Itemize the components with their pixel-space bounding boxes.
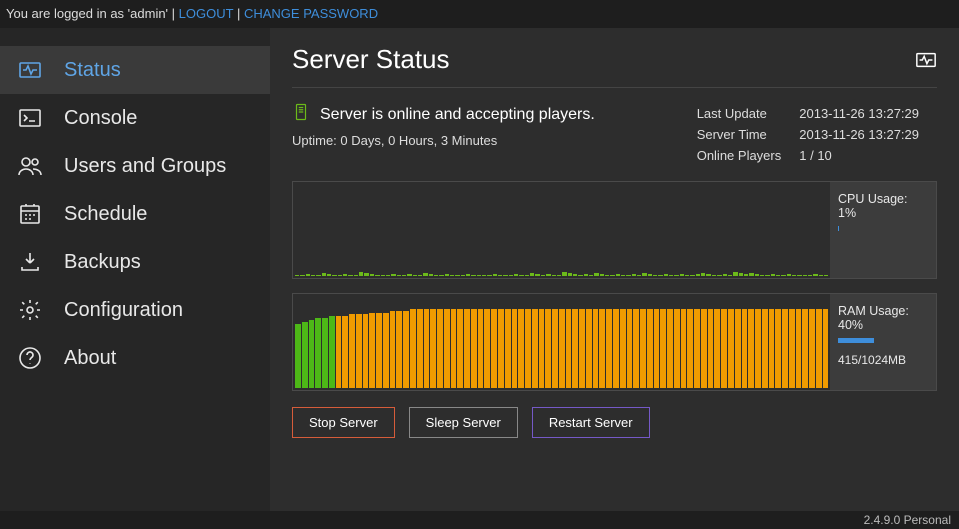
sidebar-item-label: Status (64, 59, 121, 82)
sidebar-item-label: Configuration (64, 299, 183, 322)
uptime-text: Uptime: 0 Days, 0 Hours, 3 Minutes (292, 133, 595, 148)
ram-chart-side: RAM Usage: 40% 415/1024MB (830, 294, 936, 390)
sidebar-item-label: Backups (64, 251, 141, 274)
cpu-chart-side: CPU Usage: 1% (830, 182, 936, 278)
sidebar-item-schedule[interactable]: Schedule (0, 190, 270, 238)
server-ok-icon (292, 102, 310, 127)
online-players-value: 1 / 10 (799, 146, 935, 165)
change-password-link[interactable]: CHANGE PASSWORD (244, 6, 378, 21)
cpu-mini-bar (838, 226, 839, 231)
sidebar-item-label: Schedule (64, 203, 147, 226)
sleep-server-button[interactable]: Sleep Server (409, 407, 518, 438)
sidebar-item-users[interactable]: Users and Groups (0, 142, 270, 190)
ram-mini-bar (838, 338, 874, 343)
table-row: Last Update 2013-11-26 13:27:29 (697, 104, 935, 123)
table-row: Online Players 1 / 10 (697, 146, 935, 165)
content-panel: Server Status Server is online and accep… (270, 28, 959, 511)
logged-in-text: You are logged in as 'admin' | (6, 6, 175, 21)
ram-usage-detail: 415/1024MB (838, 353, 928, 367)
topbar: You are logged in as 'admin' | LOGOUT | … (0, 0, 959, 28)
status-info-table: Last Update 2013-11-26 13:27:29 Server T… (695, 102, 937, 167)
last-update-label: Last Update (697, 104, 798, 123)
version-footer: 2.4.9.0 Personal (864, 513, 951, 527)
download-icon (18, 250, 42, 274)
table-row: Server Time 2013-11-26 13:27:29 (697, 125, 935, 144)
status-message-row: Server is online and accepting players. (292, 102, 595, 127)
sidebar: Status Console Users and Groups Schedule… (0, 28, 270, 511)
heartbeat-icon (18, 58, 42, 82)
question-icon (18, 346, 42, 370)
sidebar-item-backups[interactable]: Backups (0, 238, 270, 286)
cpu-chart: CPU Usage: 1% (292, 181, 937, 279)
last-update-value: 2013-11-26 13:27:29 (799, 104, 935, 123)
users-icon (18, 154, 42, 178)
page-title: Server Status (292, 44, 450, 75)
stop-server-button[interactable]: Stop Server (292, 407, 395, 438)
separator: | (237, 6, 244, 21)
status-message: Server is online and accepting players. (320, 106, 595, 124)
cpu-usage-label: CPU Usage: 1% (838, 192, 928, 220)
sidebar-item-configuration[interactable]: Configuration (0, 286, 270, 334)
online-players-label: Online Players (697, 146, 798, 165)
ram-usage-label: RAM Usage: 40% (838, 304, 928, 332)
sidebar-item-status[interactable]: Status (0, 46, 270, 94)
sidebar-item-label: Users and Groups (64, 155, 226, 178)
ram-chart: RAM Usage: 40% 415/1024MB (292, 293, 937, 391)
sidebar-item-label: About (64, 347, 116, 370)
page-header: Server Status (292, 44, 937, 88)
logout-link[interactable]: LOGOUT (179, 6, 234, 21)
terminal-icon (18, 106, 42, 130)
server-time-label: Server Time (697, 125, 798, 144)
calendar-icon (18, 202, 42, 226)
ram-chart-area (293, 294, 830, 390)
sidebar-item-console[interactable]: Console (0, 94, 270, 142)
action-buttons: Stop Server Sleep Server Restart Server (292, 407, 937, 438)
restart-server-button[interactable]: Restart Server (532, 407, 650, 438)
cpu-chart-area (293, 182, 830, 278)
sidebar-item-about[interactable]: About (0, 334, 270, 382)
sidebar-item-label: Console (64, 107, 137, 130)
gear-icon (18, 298, 42, 322)
server-time-value: 2013-11-26 13:27:29 (799, 125, 935, 144)
heartbeat-icon (915, 49, 937, 71)
